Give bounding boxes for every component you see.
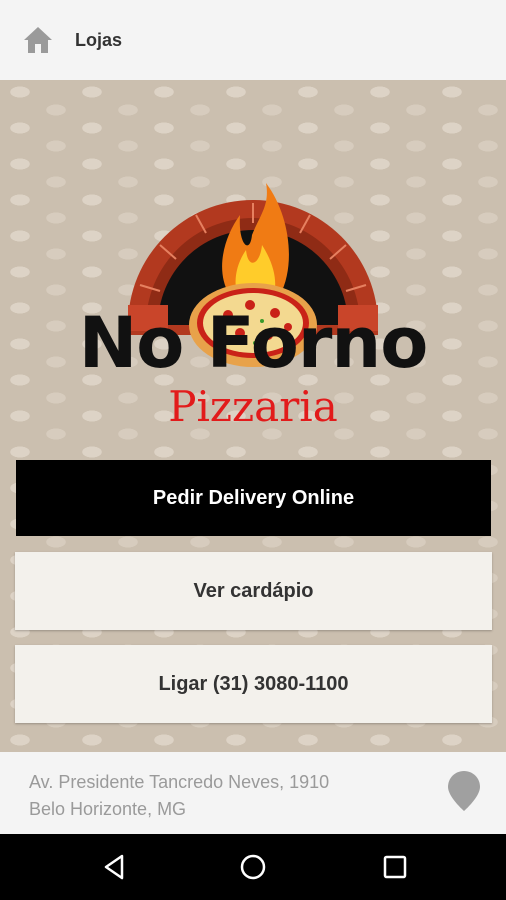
brand-name: No Forno <box>78 302 429 384</box>
home-icon[interactable] <box>22 24 54 56</box>
recents-icon[interactable] <box>380 852 410 882</box>
order-delivery-button[interactable]: Pedir Delivery Online <box>16 460 491 536</box>
store-footer: Av. Presidente Tancredo Neves, 1910 Belo… <box>0 752 506 834</box>
page-title: Lojas <box>75 30 123 50</box>
map-pin-icon[interactable] <box>447 770 481 812</box>
view-menu-button[interactable]: Ver cardápio <box>15 552 492 630</box>
hero-panel: No Forno Pizzaria Pedir Delivery Online … <box>0 80 506 752</box>
call-button[interactable]: Ligar (31) 3080-1100 <box>15 645 492 723</box>
address-line-2: Belo Horizonte, MG <box>29 799 187 819</box>
address-line-1: Av. Presidente Tancredo Neves, 1910 <box>29 772 330 792</box>
brand-subtitle: Pizzaria <box>168 382 338 431</box>
home-circle-icon[interactable] <box>238 852 268 882</box>
back-icon[interactable] <box>100 852 130 882</box>
store-address: Av. Presidente Tancredo Neves, 1910 Belo… <box>29 769 329 823</box>
app-bar: Lojas <box>0 0 506 80</box>
system-nav-bar <box>0 834 506 900</box>
